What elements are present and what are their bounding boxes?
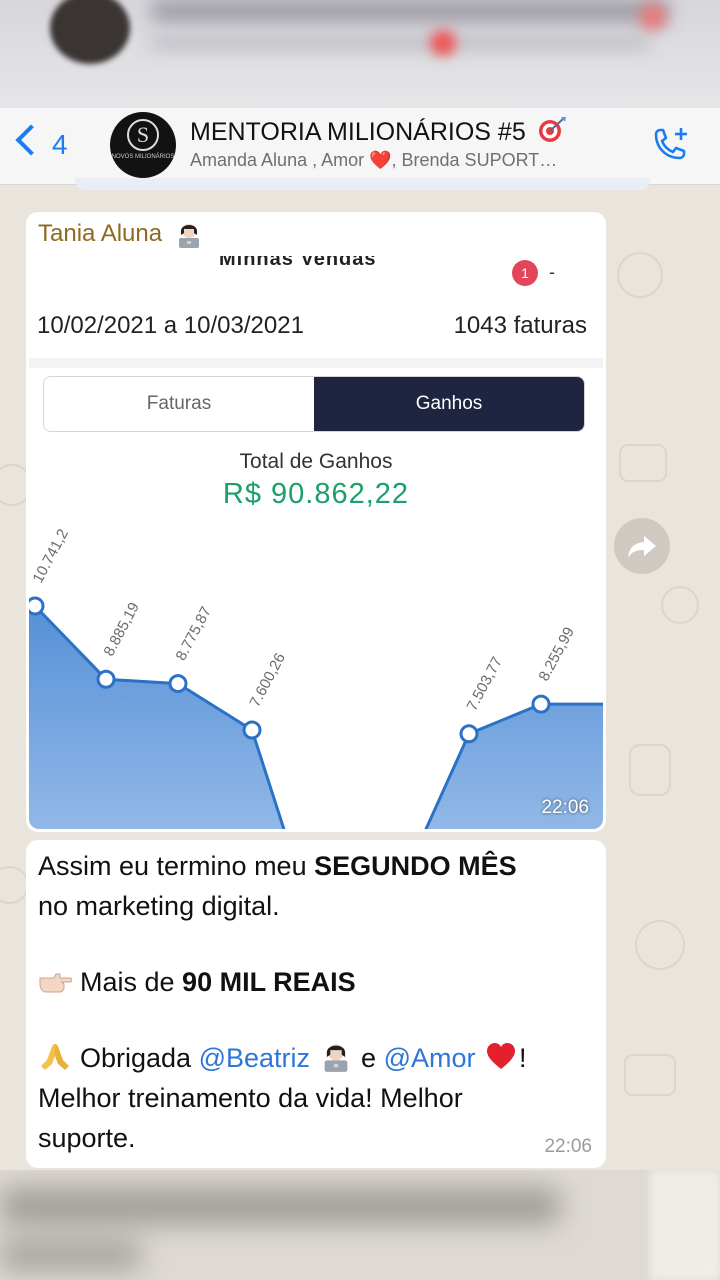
- earnings-area-chart: 10.741,28.885,198.775,877.600,2635,937.5…: [29, 526, 603, 829]
- text-segment: Obrigada: [80, 1043, 199, 1073]
- avatar-text: NOVOS MILIONÁRIOS: [111, 154, 175, 160]
- previous-bubble-edge: [75, 178, 650, 190]
- blurred-caption: [0, 1170, 720, 1280]
- group-avatar[interactable]: S NOVOS MILIONÁRIOS: [110, 112, 176, 178]
- message-line: Melhor treinamento da vida! Melhor: [38, 1083, 463, 1113]
- message-line: Obrigada @Beatriz e @Amor !: [38, 1038, 598, 1078]
- invoice-count: 1043 faturas: [453, 312, 587, 339]
- blurred-text: [0, 1240, 140, 1270]
- group-title: MENTORIA MILIONÁRIOS #5: [190, 118, 526, 146]
- sender-name: Tania Aluna: [38, 220, 163, 247]
- folded-hands-icon: [41, 1044, 69, 1070]
- group-title-row[interactable]: MENTORIA MILIONÁRIOS #5: [190, 116, 567, 147]
- blurred-text: [150, 0, 670, 22]
- woman-laptop-emoji-icon: [324, 1044, 347, 1072]
- chart-point: [168, 674, 188, 694]
- chart-point: [531, 694, 551, 714]
- message-timestamp: 22:06: [541, 797, 589, 818]
- message-sender: Tania Aluna: [38, 220, 203, 249]
- divider: [29, 358, 603, 368]
- chart-point: [242, 720, 262, 740]
- blurred-edge: [650, 1170, 720, 1280]
- text-message-bubble[interactable]: Assim eu termino meu SEGUNDO MÊS no mark…: [26, 840, 606, 1168]
- mention-amor[interactable]: @Amor: [384, 1043, 476, 1073]
- chart-point: [96, 669, 116, 689]
- chart-point: [29, 596, 45, 616]
- message-line: suporte.: [38, 1123, 136, 1153]
- dash-mark: -: [549, 262, 555, 282]
- pointing-right-hand-icon: [39, 973, 72, 993]
- blurred-emoji: [640, 4, 666, 30]
- message-line: Mais de 90 MIL REAIS: [38, 962, 598, 1002]
- blurred-emoji: [430, 30, 456, 56]
- chart-data-label: 8.775,87: [173, 604, 215, 664]
- date-row: 10/02/2021 a 10/03/2021 1043 faturas: [37, 312, 587, 340]
- target-emoji-icon: [538, 117, 566, 142]
- avatar-letter: S: [127, 119, 159, 151]
- tab-ganhos[interactable]: Ganhos: [314, 377, 584, 431]
- group-members: Amanda Aluna , Amor ❤️, Brenda SUPORT…: [190, 150, 558, 170]
- mention-beatriz[interactable]: @Beatriz: [199, 1043, 310, 1073]
- forward-button[interactable]: [614, 518, 670, 574]
- add-call-button[interactable]: [648, 124, 692, 168]
- red-heart-icon: [487, 1043, 516, 1069]
- chart-data-label: 8.255,99: [536, 624, 578, 684]
- forward-icon: [628, 536, 656, 558]
- bold-text: 90 MIL REAIS: [182, 967, 356, 997]
- add-call-icon: [654, 128, 687, 160]
- unread-count: 4: [52, 129, 68, 161]
- chevron-left-icon: [15, 124, 47, 156]
- image-message-bubble[interactable]: Tania Aluna Minhas Vendas 1 - 10/02/2021…: [26, 212, 606, 832]
- text-segment: e: [353, 1043, 384, 1073]
- blurred-previous-header: [0, 0, 720, 108]
- segmented-control: Faturas Ganhos: [43, 376, 585, 432]
- bold-text: SEGUNDO MÊS: [314, 851, 517, 881]
- blurred-text: [150, 36, 650, 50]
- blurred-text: [0, 1188, 560, 1224]
- text-segment: Assim eu termino meu: [38, 851, 315, 881]
- chart-data-label: 10.741,2: [30, 526, 72, 586]
- sales-screenshot[interactable]: Minhas Vendas 1 - 10/02/2021 a 10/03/202…: [29, 256, 603, 829]
- date-range: 10/02/2021 a 10/03/2021: [37, 312, 304, 339]
- back-button[interactable]: 4: [14, 124, 68, 163]
- tab-faturas[interactable]: Faturas: [44, 377, 314, 431]
- blurred-avatar: [50, 0, 130, 64]
- message-timestamp: 22:06: [544, 1136, 592, 1157]
- chat-header: 4 S NOVOS MILIONÁRIOS MENTORIA MILIONÁRI…: [0, 108, 720, 185]
- text-segment: Mais de: [80, 967, 183, 997]
- chart-point: [459, 724, 479, 744]
- chart-data-label: 8.885,19: [101, 600, 143, 660]
- chart-data-label: 7.600,26: [247, 650, 289, 710]
- total-value: R$ 90.862,22: [222, 478, 410, 510]
- text-segment: !: [519, 1043, 527, 1073]
- notification-badge: 1: [512, 260, 538, 286]
- total-label: Total de Ganhos: [239, 450, 393, 473]
- chart-data-label: 7.503,77: [464, 654, 506, 714]
- screen-title: Minhas Vendas: [219, 256, 377, 270]
- message-line: no marketing digital.: [38, 891, 280, 921]
- woman-laptop-emoji-icon: [178, 223, 199, 248]
- message-text: Assim eu termino meu SEGUNDO MÊS no mark…: [38, 846, 598, 1158]
- message-line: Assim eu termino meu SEGUNDO MÊS: [38, 846, 598, 886]
